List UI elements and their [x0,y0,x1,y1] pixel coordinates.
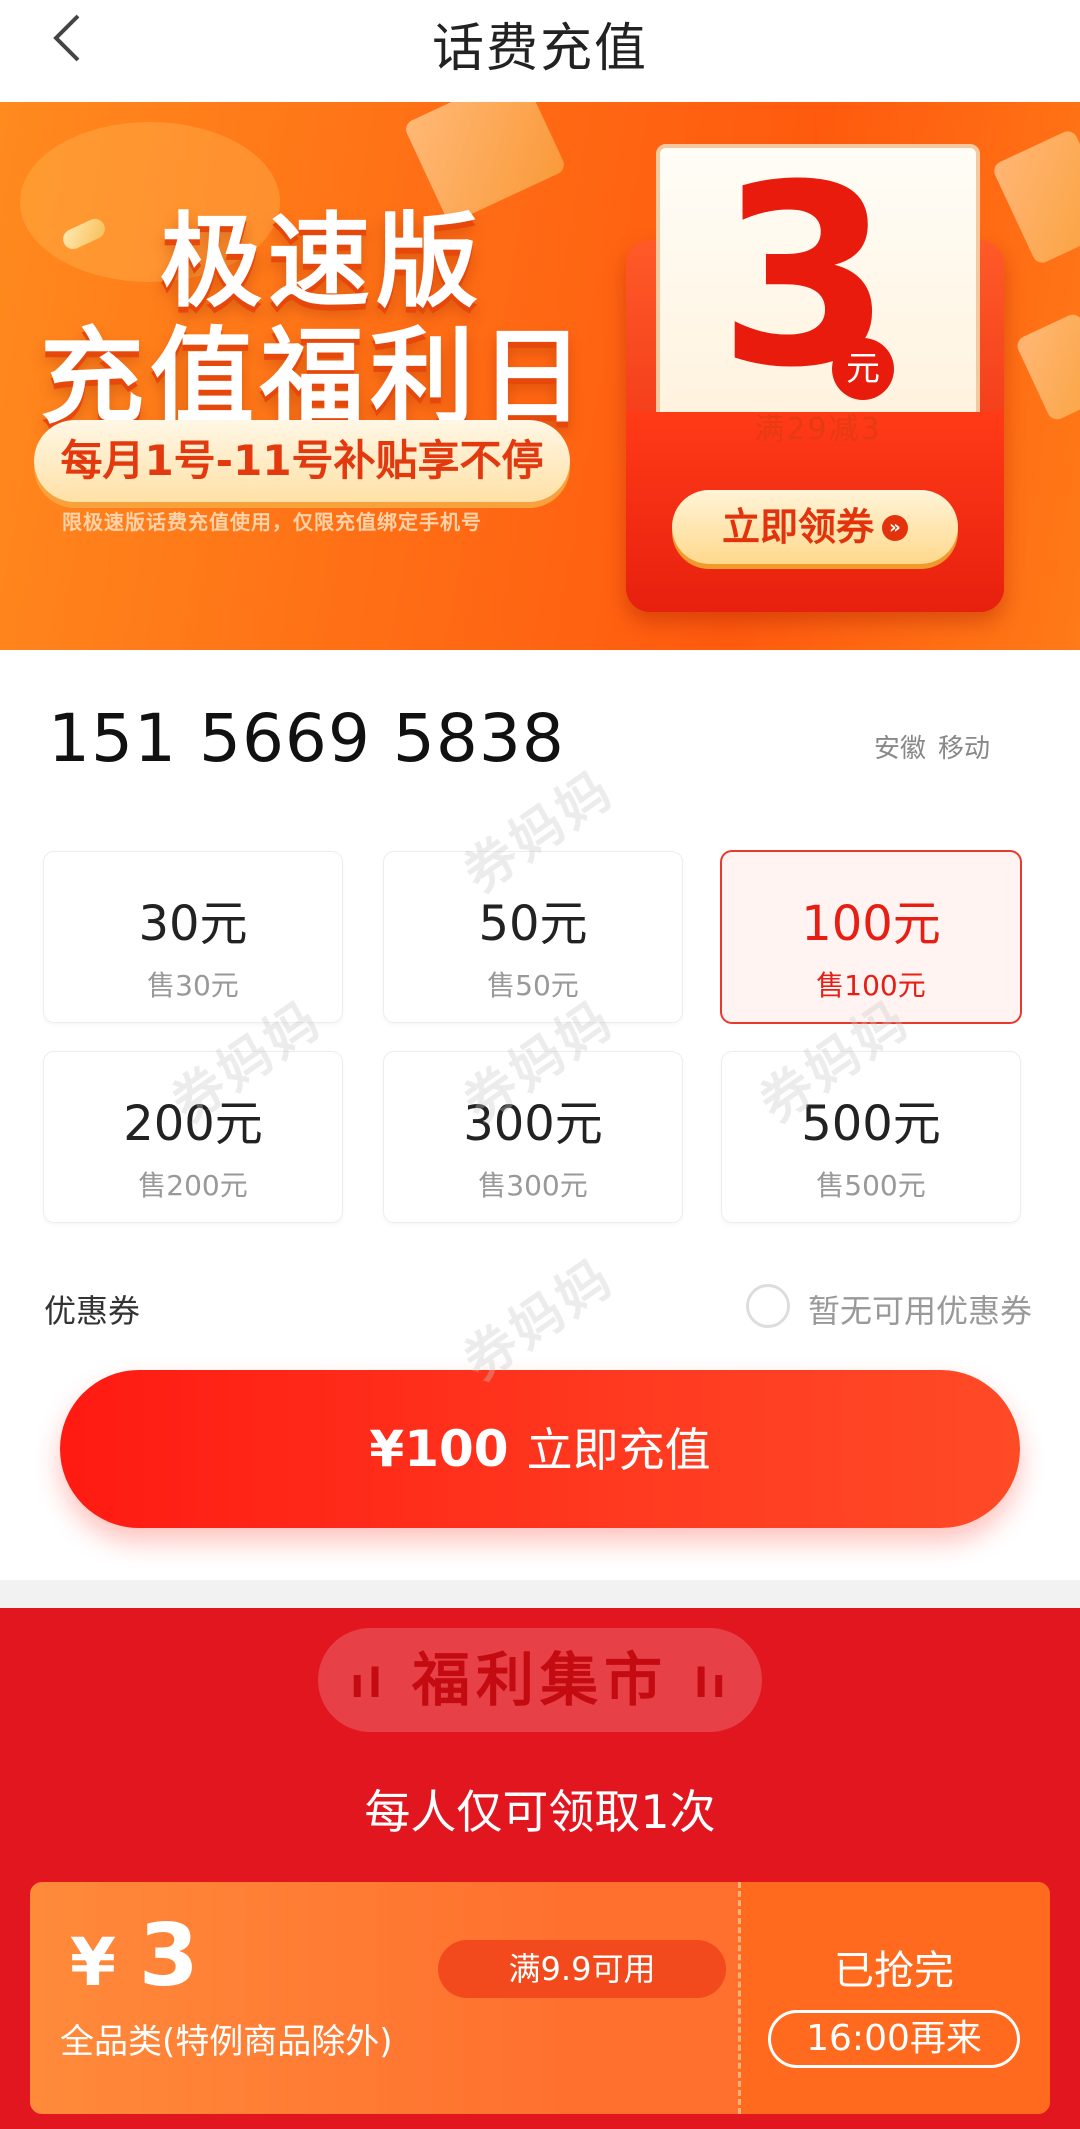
recharge-amount: ¥100 [369,1420,509,1478]
market-subtitle: 每人仅可领取1次 [364,1785,716,1839]
market-coupon-card[interactable]: ¥ 3 全品类(特例商品除外) 满9.9可用 已抢完 16:00再来 [30,1882,1050,2114]
promo-banner[interactable]: 极速版 充值福利日 每月1号-11号补贴享不停 限极速版话费充值使用，仅限充值绑… [0,102,1080,650]
coupon-unit: 元 [832,338,894,400]
amount-price: 售300元 [478,1169,588,1202]
amount-price: 售500元 [816,1169,926,1202]
amount-option-50[interactable]: 50元 售50元 [384,852,682,1022]
top-bar: 话费充值 [0,0,1080,102]
amount-face: 100元 [801,896,941,952]
coin-decoration [1014,311,1080,423]
coupon-sold-out: 已抢完 [834,1948,954,1994]
coupon-amount: ¥ 3 [70,1906,199,2006]
section-divider [0,1580,1080,1608]
coupon-scope: 全品类(特例商品除外) [60,2022,393,2062]
phone-number[interactable]: 151 5669 5838 [48,700,565,777]
amount-face: 30元 [138,896,248,952]
claim-coupon-button[interactable]: 立即领券 » [672,490,958,564]
market-title-pill: ıl 福利集市 lı [318,1628,762,1732]
coupon-radio[interactable] [746,1284,790,1328]
carrier-label: 移动 [938,734,991,764]
market-title: 福利集市 [411,1646,668,1714]
amount-price: 售200元 [138,1169,248,1202]
coupon-next-time-button[interactable]: 16:00再来 [768,2010,1020,2068]
amount-price: 售50元 [487,969,579,1002]
coupon-status[interactable]: 暂无可用优惠券 [808,1286,1032,1332]
coupon-stub [738,1882,1050,2114]
page-title: 话费充值 [431,19,648,79]
banner-disclaimer: 限极速版话费充值使用，仅限充值绑定手机号 [62,510,482,534]
equalizer-icon: lı [694,1660,730,1707]
recharge-button[interactable]: ¥100 立即充值 [60,1370,1020,1528]
welfare-market: ıl 福利集市 lı 每人仅可领取1次 ¥ 3 全品类(特例商品除外) 满9.9… [0,1608,1080,2129]
coupon-condition: 满29减3 [754,412,882,447]
claim-coupon-label: 立即领券 [721,505,874,549]
coupon-threshold-badge: 满9.9可用 [438,1940,726,1998]
banner-subsidy-pill: 每月1号-11号补贴享不停 [34,420,570,502]
province-label: 安徽 [874,734,927,764]
coin-decoration [990,128,1080,266]
page: 话费充值 极速版 充值福利日 每月1号-11号补贴享不停 限极速版话费充值使用，… [0,0,1080,2129]
coupon-amount-value: 3 [138,1906,199,2006]
recharge-label: 立即充值 [526,1423,711,1477]
equalizer-icon: ıl [350,1660,386,1707]
amount-face: 50元 [478,896,588,952]
coupon-label: 优惠券 [44,1292,141,1330]
arrow-right-icon: » [882,514,908,541]
currency-symbol: ¥ [70,1924,116,2001]
carrier-info: 安徽 移动 [874,728,990,765]
